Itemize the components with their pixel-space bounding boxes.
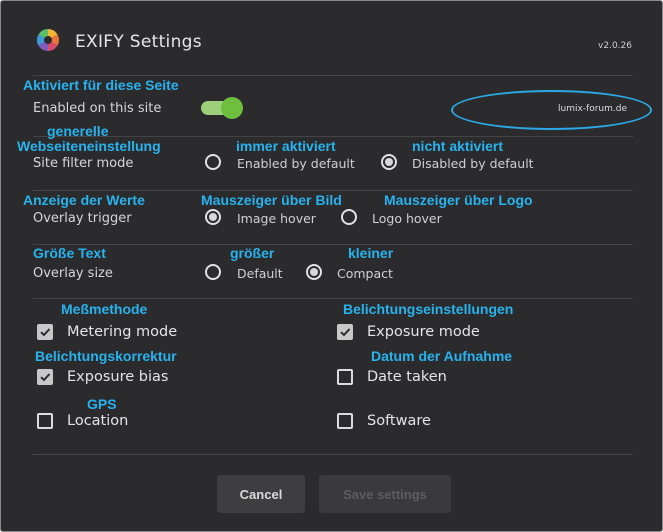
metering-mode-checkbox[interactable]: [37, 324, 53, 340]
metering-mode-label: Metering mode: [67, 324, 178, 340]
annotation-date-taken: Datum der Aufnahme: [371, 348, 513, 364]
divider: [33, 298, 633, 299]
logo-hover-label: Logo hover: [372, 211, 442, 226]
settings-window: EXIFY Settings v2.0.26 Aktiviert für die…: [0, 0, 663, 532]
exposure-bias-checkbox[interactable]: [37, 369, 53, 385]
cancel-button[interactable]: Cancel: [217, 475, 305, 513]
annotation-overlay-trigger: Anzeige der Werte: [23, 192, 145, 208]
divider: [33, 136, 633, 137]
exposure-bias-label: Exposure bias: [67, 369, 169, 385]
radio-image-hover[interactable]: [205, 209, 221, 225]
divider: [33, 75, 633, 76]
divider: [33, 244, 633, 245]
radio-size-default[interactable]: [205, 264, 221, 280]
check-icon: [40, 328, 51, 337]
overlay-trigger-label: Overlay trigger: [33, 211, 132, 226]
annotation-exposure-mode: Belichtungseinstellungen: [343, 301, 514, 317]
site-filter-mode-label: Site filter mode: [33, 156, 134, 171]
exposure-mode-label: Exposure mode: [367, 324, 480, 340]
annotation-overlay-size: Größe Text: [33, 245, 106, 261]
location-checkbox[interactable]: [37, 413, 53, 429]
overlay-size-label: Overlay size: [33, 266, 113, 281]
site-domain: lumix-forum.de: [558, 104, 628, 114]
software-checkbox[interactable]: [337, 413, 353, 429]
check-icon: [340, 328, 351, 337]
image-hover-label: Image hover: [237, 211, 316, 226]
date-taken-label: Date taken: [367, 369, 447, 385]
radio-logo-hover[interactable]: [341, 209, 357, 225]
software-label: Software: [367, 413, 431, 429]
app-title: EXIFY Settings: [75, 32, 202, 52]
size-compact-label: Compact: [337, 266, 393, 281]
check-icon: [40, 373, 51, 382]
annotation-image-hover: Mauszeiger über Bild: [201, 192, 342, 208]
radio-enabled-by-default[interactable]: [205, 154, 221, 170]
date-taken-checkbox[interactable]: [337, 369, 353, 385]
annotation-size-compact: kleiner: [348, 245, 394, 261]
version-label: v2.0.26: [598, 41, 632, 51]
annotation-disabled-default: nicht aktiviert: [412, 138, 504, 154]
annotation-location: GPS: [87, 396, 117, 412]
annotation-filter-line1: generelle: [47, 123, 109, 139]
size-default-label: Default: [237, 266, 283, 281]
annotation-exposure-bias: Belichtungskorrektur: [35, 348, 177, 364]
annotation-enabled: Aktiviert für diese Seite: [23, 77, 179, 93]
divider: [33, 454, 633, 455]
save-settings-button[interactable]: Save settings: [319, 475, 451, 513]
disabled-by-default-label: Disabled by default: [412, 156, 534, 171]
annotation-size-default: größer: [230, 245, 275, 261]
annotation-metering: Meßmethode: [61, 301, 148, 317]
annotation-enabled-default: immer aktiviert: [236, 138, 336, 154]
enabled-by-default-label: Enabled by default: [237, 156, 355, 171]
location-label: Location: [67, 413, 129, 429]
exposure-mode-checkbox[interactable]: [337, 324, 353, 340]
aperture-logo-icon: [35, 27, 61, 53]
enabled-on-site-label: Enabled on this site: [33, 101, 162, 116]
annotation-logo-hover: Mauszeiger über Logo: [384, 192, 533, 208]
enabled-on-site-toggle[interactable]: [201, 97, 243, 119]
radio-size-compact[interactable]: [306, 264, 322, 280]
radio-disabled-by-default[interactable]: [381, 154, 397, 170]
divider: [33, 190, 633, 191]
annotation-filter-line2: Webseiteneinstellung: [17, 138, 161, 154]
settings-dialog: EXIFY Settings v2.0.26 Aktiviert für die…: [3, 3, 660, 531]
toggle-knob: [221, 97, 243, 119]
